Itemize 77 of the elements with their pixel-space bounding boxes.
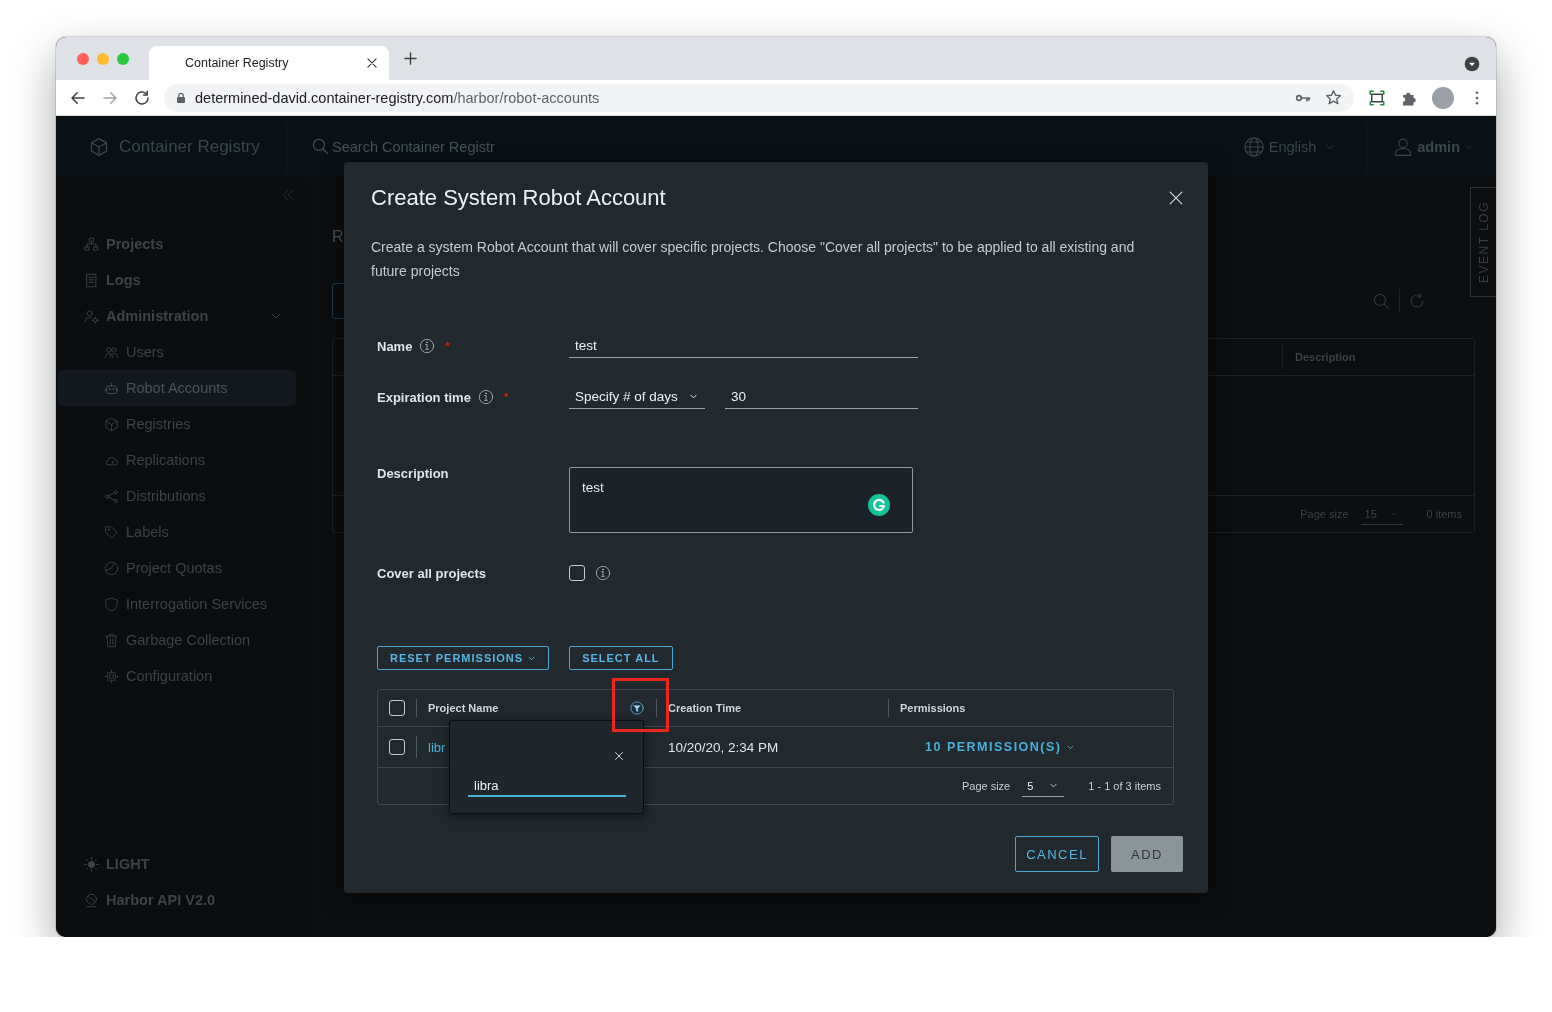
dialog-title: Create System Robot Account: [371, 185, 666, 211]
checkbox[interactable]: [569, 565, 585, 581]
table-cell: 10/20/20, 2:34 PM: [668, 739, 779, 755]
new-tab-icon[interactable]: [403, 51, 418, 66]
page-size-select[interactable]: 5: [1022, 775, 1065, 797]
user-gear-icon: [84, 308, 99, 324]
column-header: Permissions: [900, 702, 966, 714]
column-header: Creation Time: [668, 702, 742, 714]
user-icon: [1393, 136, 1414, 157]
field-label: Expiration time: [377, 389, 471, 405]
description-field[interactable]: test: [569, 467, 913, 533]
shield-icon: [104, 596, 119, 612]
sidebar-item[interactable]: Projects: [58, 226, 296, 262]
field-label: Description: [377, 466, 449, 481]
cube-icon: [89, 136, 109, 157]
field-label: Cover all projects: [377, 565, 487, 581]
sidebar-item[interactable]: Project Quotas: [58, 550, 296, 586]
screen-capture-icon[interactable]: [1368, 88, 1386, 107]
browser-tab[interactable]: Container Registry: [149, 46, 389, 80]
close-icon[interactable]: [613, 750, 625, 762]
sidebar-item[interactable]: Robot Accounts: [58, 370, 296, 406]
filter-icon[interactable]: [630, 701, 644, 715]
share-icon: [104, 488, 119, 504]
document-icon: [84, 272, 99, 288]
tag-icon: [104, 524, 119, 540]
close-icon[interactable]: [365, 56, 379, 70]
required-mark: *: [503, 391, 509, 403]
language-menu[interactable]: English: [1242, 135, 1337, 158]
lock-icon: [175, 91, 187, 104]
user-menu[interactable]: admin: [1393, 136, 1474, 157]
search-icon: [311, 137, 330, 156]
dialog-button[interactable]: CANCEL: [1015, 836, 1099, 872]
expiration-select[interactable]: Specify # of days: [569, 385, 705, 409]
sidebar-item[interactable]: Registries: [58, 406, 296, 442]
filter-input[interactable]: libra: [468, 775, 626, 797]
sidebar-item[interactable]: Labels: [58, 514, 296, 550]
dialog-description: Create a system Robot Account that will cover specific projects. Choose "Cover all projects" to be applied to all existing and future projects: [371, 238, 1136, 281]
people-icon: [104, 344, 119, 360]
hierarchy-icon: [84, 236, 99, 252]
page-size-label: Page size: [961, 780, 1011, 792]
trash-icon: [104, 632, 119, 648]
sidebar-item[interactable]: Replications: [58, 442, 296, 478]
action-button[interactable]: RESET PERMISSIONS: [377, 646, 550, 670]
required-mark: *: [445, 340, 450, 352]
sidebar-item[interactable]: Administration: [58, 298, 296, 334]
column-header: Project Name: [428, 702, 499, 714]
sidebar-item[interactable]: Users: [58, 334, 296, 370]
star-icon[interactable]: [1325, 89, 1342, 106]
reload-icon[interactable]: [133, 88, 151, 107]
pie-chart-icon: [104, 560, 119, 576]
sidebar-item[interactable]: Interrogation Services: [58, 586, 296, 622]
robot-icon: [104, 380, 119, 396]
gear-icon: [104, 668, 119, 684]
cube-icon: [104, 416, 119, 432]
sidebar-item[interactable]: Garbage Collection: [58, 622, 296, 658]
field-label: Name: [377, 338, 413, 354]
checkbox[interactable]: [389, 700, 405, 716]
action-button[interactable]: SELECT ALL: [569, 646, 673, 670]
days-input[interactable]: 30: [725, 385, 918, 409]
search-field[interactable]: Search Container Registr: [332, 138, 495, 155]
name-input[interactable]: test: [569, 334, 918, 358]
app-name[interactable]: Container Registry: [119, 136, 260, 157]
pagination-range: 1 - 1 of 3 items: [1088, 780, 1161, 792]
checkbox[interactable]: [389, 739, 405, 755]
project-link[interactable]: libr: [428, 739, 446, 755]
sidebar-item[interactable]: Logs: [58, 262, 296, 298]
sidebar-item[interactable]: Distributions: [58, 478, 296, 514]
column-header: Description: [1282, 344, 1474, 370]
sidebar-item[interactable]: Configuration: [58, 658, 296, 694]
profile-avatar[interactable]: [1432, 86, 1454, 109]
page-title: R: [332, 227, 344, 247]
tab-menu-icon[interactable]: [1464, 56, 1480, 72]
sidebar-footer-item[interactable]: LIGHT: [58, 846, 296, 882]
permissions-dropdown[interactable]: 10 PERMISSION(S): [900, 740, 1075, 754]
sun-icon: [84, 856, 99, 872]
highlight-frame: [612, 678, 669, 732]
sidebar-footer-item[interactable]: Harbor API V2.0: [58, 882, 296, 918]
